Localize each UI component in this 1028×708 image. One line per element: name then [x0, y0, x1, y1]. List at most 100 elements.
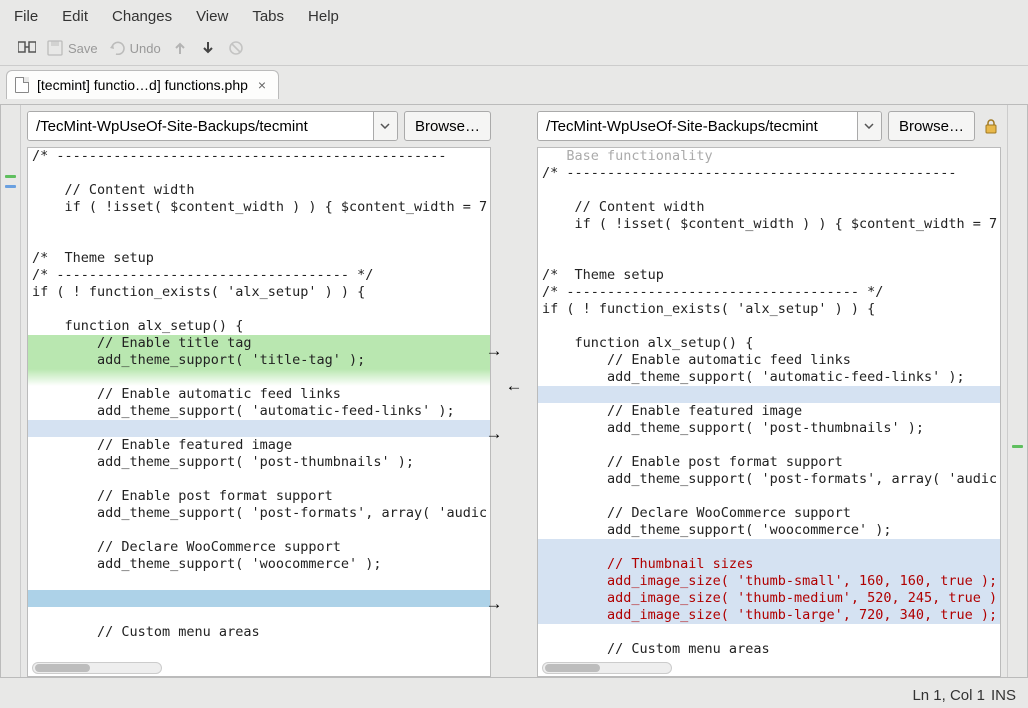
- right-path-dropdown[interactable]: [857, 112, 881, 140]
- right-path-field[interactable]: [537, 111, 882, 141]
- code-line[interactable]: [538, 386, 1000, 403]
- code-line[interactable]: // Thumbnail sizes: [538, 556, 1000, 573]
- push-right-icon[interactable]: →: [485, 425, 503, 443]
- code-line[interactable]: // Enable featured image: [28, 437, 490, 454]
- right-overview-ruler[interactable]: [1007, 105, 1027, 677]
- code-line[interactable]: [28, 590, 490, 607]
- lock-icon[interactable]: [981, 111, 1001, 141]
- code-line[interactable]: [538, 250, 1000, 267]
- code-line[interactable]: [538, 539, 1000, 556]
- left-editor[interactable]: /* -------------------------------------…: [27, 147, 491, 677]
- code-line[interactable]: // Enable featured image: [538, 403, 1000, 420]
- code-line[interactable]: [28, 233, 490, 250]
- cursor-position: Ln 1, Col 1: [912, 687, 985, 704]
- code-line[interactable]: add_theme_support( 'woocommerce' );: [538, 522, 1000, 539]
- code-line[interactable]: add_theme_support( 'title-tag' );: [28, 352, 490, 369]
- menubar: File Edit Changes View Tabs Help: [0, 0, 1028, 33]
- save-icon: [46, 39, 64, 57]
- code-line[interactable]: [28, 607, 490, 624]
- left-path-field[interactable]: [27, 111, 398, 141]
- code-line[interactable]: [538, 318, 1000, 335]
- menu-changes[interactable]: Changes: [102, 4, 182, 29]
- menu-help[interactable]: Help: [298, 4, 349, 29]
- diff-gutter: → ← → →: [497, 105, 531, 677]
- code-line[interactable]: add_image_size( 'thumb-medium', 520, 245…: [538, 590, 1000, 607]
- code-line[interactable]: [538, 624, 1000, 641]
- close-icon[interactable]: ×: [256, 77, 268, 93]
- compare-icon[interactable]: [18, 39, 36, 57]
- file-tab[interactable]: [tecmint] functio…d] functions.php ×: [6, 70, 279, 99]
- left-browse-button[interactable]: Browse…: [404, 111, 491, 141]
- next-change-icon[interactable]: [199, 39, 217, 57]
- right-editor[interactable]: Base functionality/* -------------------…: [537, 147, 1001, 677]
- code-line[interactable]: // Enable post format support: [28, 488, 490, 505]
- code-line[interactable]: [28, 165, 490, 182]
- code-line[interactable]: [538, 437, 1000, 454]
- code-line[interactable]: // Enable automatic feed links: [28, 386, 490, 403]
- code-line[interactable]: /* ------------------------------------ …: [28, 267, 490, 284]
- code-line[interactable]: [28, 369, 490, 386]
- menu-edit[interactable]: Edit: [52, 4, 98, 29]
- code-line[interactable]: // Content width: [538, 199, 1000, 216]
- save-label: Save: [68, 41, 98, 56]
- code-line[interactable]: if ( !isset( $content_width ) ) { $conte…: [538, 216, 1000, 233]
- code-line[interactable]: if ( !isset( $content_width ) ) { $conte…: [28, 199, 490, 216]
- undo-button: Undo: [108, 39, 161, 57]
- right-hscroll[interactable]: [542, 662, 672, 674]
- code-line[interactable]: // Content width: [28, 182, 490, 199]
- code-line[interactable]: [28, 216, 490, 233]
- code-line[interactable]: if ( ! function_exists( 'alx_setup' ) ) …: [28, 284, 490, 301]
- overview-mark-add: [5, 175, 16, 178]
- push-right-icon[interactable]: →: [485, 595, 503, 613]
- code-line[interactable]: /* -------------------------------------…: [538, 165, 1000, 182]
- left-hscroll[interactable]: [32, 662, 162, 674]
- code-line[interactable]: /* -------------------------------------…: [28, 148, 490, 165]
- chevron-down-icon: [380, 123, 390, 129]
- code-line[interactable]: add_theme_support( 'post-formats', array…: [538, 471, 1000, 488]
- push-right-icon[interactable]: →: [485, 342, 503, 360]
- code-line[interactable]: [538, 182, 1000, 199]
- code-line[interactable]: // Declare WooCommerce support: [28, 539, 490, 556]
- right-browse-button[interactable]: Browse…: [888, 111, 975, 141]
- menu-tabs[interactable]: Tabs: [242, 4, 294, 29]
- menu-file[interactable]: File: [4, 4, 48, 29]
- right-path-input[interactable]: [538, 112, 857, 140]
- code-line[interactable]: add_theme_support( 'post-formats', array…: [28, 505, 490, 522]
- code-line[interactable]: [28, 471, 490, 488]
- code-line[interactable]: if ( ! function_exists( 'alx_setup' ) ) …: [538, 301, 1000, 318]
- code-line[interactable]: [538, 488, 1000, 505]
- overview-mark-add: [1012, 445, 1023, 448]
- menu-view[interactable]: View: [186, 4, 238, 29]
- code-line[interactable]: /* ------------------------------------ …: [538, 284, 1000, 301]
- code-line[interactable]: add_theme_support( 'automatic-feed-links…: [28, 403, 490, 420]
- code-line[interactable]: [538, 233, 1000, 250]
- left-path-dropdown[interactable]: [373, 112, 397, 140]
- code-line[interactable]: // Enable post format support: [538, 454, 1000, 471]
- code-line[interactable]: add_theme_support( 'post-thumbnails' );: [538, 420, 1000, 437]
- tabbar: [tecmint] functio…d] functions.php ×: [0, 66, 1028, 99]
- code-line[interactable]: function alx_setup() {: [538, 335, 1000, 352]
- left-path-input[interactable]: [28, 112, 373, 140]
- insert-mode: INS: [991, 687, 1016, 704]
- code-line[interactable]: // Enable title tag: [28, 335, 490, 352]
- code-line[interactable]: [28, 420, 490, 437]
- push-left-icon[interactable]: ←: [505, 377, 523, 395]
- code-line[interactable]: add_image_size( 'thumb-large', 720, 340,…: [538, 607, 1000, 624]
- code-line[interactable]: Base functionality: [538, 148, 1000, 165]
- code-line[interactable]: add_theme_support( 'automatic-feed-links…: [538, 369, 1000, 386]
- code-line[interactable]: // Enable automatic feed links: [538, 352, 1000, 369]
- left-overview-ruler[interactable]: [1, 105, 21, 677]
- left-pane-header: Browse…: [21, 105, 497, 147]
- code-line[interactable]: [28, 522, 490, 539]
- code-line[interactable]: add_theme_support( 'post-thumbnails' );: [28, 454, 490, 471]
- code-line[interactable]: [28, 301, 490, 318]
- code-line[interactable]: // Custom menu areas: [28, 624, 490, 641]
- code-line[interactable]: function alx_setup() {: [28, 318, 490, 335]
- code-line[interactable]: add_image_size( 'thumb-small', 160, 160,…: [538, 573, 1000, 590]
- code-line[interactable]: // Declare WooCommerce support: [538, 505, 1000, 522]
- code-line[interactable]: add_theme_support( 'woocommerce' );: [28, 556, 490, 573]
- code-line[interactable]: [28, 573, 490, 590]
- code-line[interactable]: /* Theme setup: [538, 267, 1000, 284]
- code-line[interactable]: /* Theme setup: [28, 250, 490, 267]
- code-line[interactable]: // Custom menu areas: [538, 641, 1000, 658]
